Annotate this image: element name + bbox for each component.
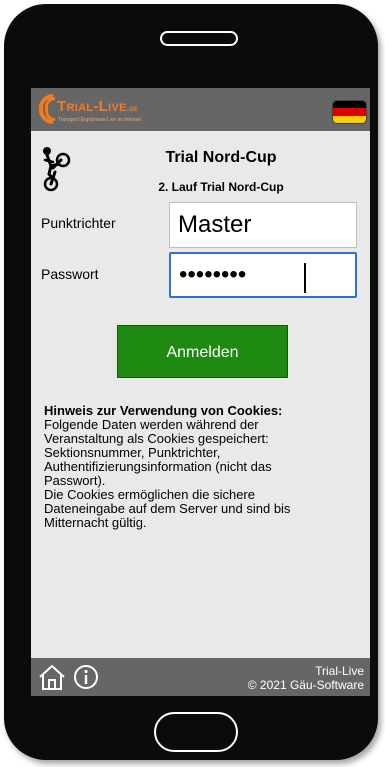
cookie-notice: Hinweis zur Verwendung von Cookies: Folg… (44, 404, 362, 530)
password-input[interactable] (169, 252, 357, 298)
logo-text: Trial-Live (57, 98, 127, 115)
footer-credits: Trial-Live © 2021 Gäu-Software (248, 664, 364, 692)
cookie-notice-line: Passwort). (44, 473, 106, 488)
login-button[interactable]: Anmelden (117, 325, 288, 378)
cookie-notice-line: Veranstaltung als Cookies gespeichert: (44, 431, 269, 446)
logo-tagline: Transport Ergebnisse Live im Internet (58, 117, 142, 123)
logo-tld: .de (126, 104, 139, 113)
logo[interactable]: Trial-Live.de (57, 98, 138, 115)
event-run-subtitle: 2. Lauf Trial Nord-Cup (158, 180, 284, 194)
header-bar: Trial-Live.de Transport Ergebnisse Live … (31, 88, 370, 131)
german-flag-icon[interactable] (333, 101, 366, 123)
cookie-notice-line: Sektionsnummer, Punktrichter, (44, 445, 221, 460)
footer-app-name: Trial-Live (315, 664, 364, 678)
phone-frame: Trial-Live.de Transport Ergebnisse Live … (4, 4, 378, 760)
cookie-notice-line: Folgende Daten werden während der (44, 417, 259, 432)
info-icon[interactable] (73, 664, 99, 690)
cookie-notice-line: Dateneingabe auf dem Server und sind bis (44, 501, 291, 516)
cookie-notice-line: Authentifizierungsinformation (nicht das (44, 459, 272, 474)
judge-input[interactable] (169, 202, 357, 248)
phone-speaker (160, 31, 238, 46)
logo-bracket-inner-icon (45, 97, 55, 121)
app-screen: Trial-Live.de Transport Ergebnisse Live … (31, 88, 370, 696)
text-caret (304, 263, 306, 293)
phone-home-button (154, 712, 238, 752)
cookie-notice-title: Hinweis zur Verwendung von Cookies: (44, 403, 283, 418)
footer-copyright: © 2021 Gäu-Software (247, 678, 364, 692)
footer-bar: Trial-Live © 2021 Gäu-Software (31, 658, 370, 696)
cookie-notice-line: Die Cookies ermöglichen die sichere (44, 487, 255, 502)
judge-label: Punktrichter (41, 215, 116, 231)
home-icon[interactable] (37, 664, 67, 691)
trial-rider-icon (43, 147, 71, 192)
event-title: Trial Nord-Cup (165, 149, 277, 166)
password-label: Passwort (41, 266, 99, 282)
cookie-notice-line: Mitternacht gültig. (44, 515, 147, 530)
